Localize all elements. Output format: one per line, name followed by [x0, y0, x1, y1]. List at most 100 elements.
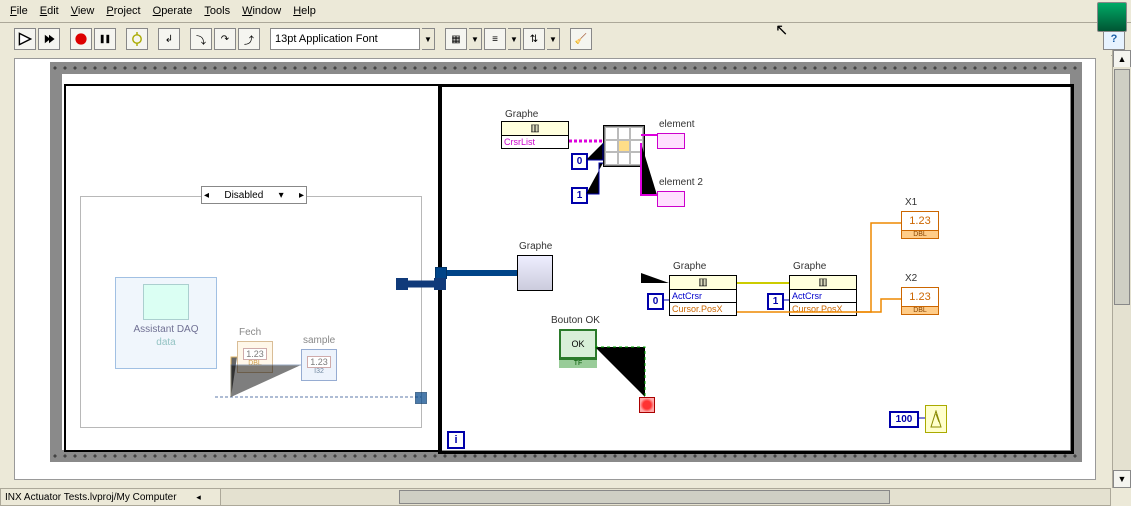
const-100[interactable]: 100	[889, 411, 919, 428]
x1-indicator[interactable]: 1.23 DBL	[901, 211, 939, 239]
align-dd[interactable]: ▼	[469, 28, 482, 50]
element2-terminal[interactable]	[657, 191, 685, 207]
vertical-scrollbar[interactable]: ▲ ▼	[1112, 50, 1131, 488]
font-label: 13pt Application Font	[275, 33, 378, 45]
pause-button[interactable]	[94, 28, 116, 50]
menu-project[interactable]: Project	[100, 4, 146, 18]
index-array-node[interactable]	[603, 125, 645, 167]
cursorprop1-posx[interactable]: Cursor.PosX	[670, 303, 736, 315]
fech-label: Fech	[239, 327, 261, 338]
daq-title: Assistant DAQ	[133, 324, 198, 335]
loop-iteration-terminal[interactable]: i	[447, 431, 465, 449]
daq-sub: data	[156, 337, 175, 348]
fech-indicator[interactable]: 1.23 DBL	[237, 341, 273, 373]
x2-indicator[interactable]: 1.23 DBL	[901, 287, 939, 315]
app-root: FFileile Edit View Project Operate Tools…	[0, 0, 1131, 506]
abort-button[interactable]	[70, 28, 92, 50]
step-out-button[interactable]: ⤴	[238, 28, 260, 50]
align-button[interactable]: ▦	[445, 28, 467, 50]
menu-operate[interactable]: Operate	[147, 4, 199, 18]
x1-label: X1	[905, 197, 917, 208]
graphe-property-crsrlist[interactable]: ▥ CrsrList	[501, 121, 569, 149]
cursorprop2-title: Graphe	[793, 261, 826, 272]
font-selector[interactable]: 13pt Application Font	[270, 28, 420, 50]
run-button[interactable]	[14, 28, 36, 50]
sample-indicator[interactable]: 1.23 I32	[301, 349, 337, 381]
wait-ms-node[interactable]	[925, 405, 947, 433]
element-label: element	[659, 119, 695, 130]
const-0a[interactable]: 0	[571, 153, 588, 170]
highlight-exec-button[interactable]	[126, 28, 148, 50]
ok-tf-tag: TF	[559, 359, 597, 368]
run-continuous-button[interactable]	[38, 28, 60, 50]
ok-button-face: OK	[559, 329, 597, 359]
vscroll-thumb[interactable]	[1114, 69, 1130, 305]
project-path-text: INX Actuator Tests.lvproj/My Computer	[5, 492, 177, 503]
case-label: Disabled	[224, 190, 263, 201]
x2-value: 1.23	[902, 288, 938, 307]
loop-stop-terminal[interactable]	[639, 397, 655, 413]
cursorprop2-posx[interactable]: Cursor.PosX	[790, 303, 856, 315]
case-next-icon[interactable]: ▸	[299, 190, 304, 201]
x1-dbl-tag: DBL	[902, 231, 938, 238]
cursorprop2-actcrsr[interactable]: ActCrsr	[790, 290, 856, 303]
reorder-button[interactable]: ⇅	[523, 28, 545, 50]
cursor-prop-node-1[interactable]: ▥ ActCrsr Cursor.PosX	[669, 275, 737, 316]
cursorprop2-head-icon: ▥	[790, 276, 856, 290]
menu-help[interactable]: Help	[287, 4, 322, 18]
menu-file[interactable]: FFileile	[4, 4, 34, 18]
sample-label: sample	[303, 335, 335, 346]
case-dropdown-icon[interactable]: ▾	[279, 190, 284, 201]
cursorprop1-actcrsr[interactable]: ActCrsr	[670, 290, 736, 303]
menu-window[interactable]: Window	[236, 4, 287, 18]
retain-wire-button[interactable]: ↲	[158, 28, 180, 50]
mouse-cursor-icon: ↖	[775, 20, 788, 40]
cursor-prop-node-2[interactable]: ▥ ActCrsr Cursor.PosX	[789, 275, 857, 316]
crsrlist-row[interactable]: CrsrList	[502, 136, 568, 148]
reorder-dd[interactable]: ▼	[547, 28, 560, 50]
menu-edit[interactable]: Edit	[34, 4, 65, 18]
graphe-term-label: Graphe	[519, 241, 552, 252]
loop-input-tunnel[interactable]	[435, 267, 447, 279]
cleanup-button[interactable]: 🧹	[570, 28, 592, 50]
vscroll-track[interactable]	[1113, 67, 1131, 471]
scroll-down-icon[interactable]: ▼	[1113, 470, 1131, 488]
tunnel-out[interactable]	[415, 392, 427, 404]
case-prev-icon[interactable]: ◂	[204, 190, 209, 201]
distribute-button[interactable]: ≡	[484, 28, 506, 50]
const-0b[interactable]: 0	[647, 293, 664, 310]
element2-label: element 2	[659, 177, 703, 188]
case-selector[interactable]: ◂ Disabled ▾ ▸	[201, 186, 307, 204]
fech-value: 1.23	[243, 348, 267, 360]
bouton-label: Bouton OK	[551, 315, 600, 326]
const-1b[interactable]: 1	[767, 293, 784, 310]
project-path-bar[interactable]: INX Actuator Tests.lvproj/My Computer ◂ …	[0, 488, 230, 506]
x2-label: X2	[905, 273, 917, 284]
path-nav-left-icon[interactable]: ◂	[196, 492, 201, 503]
daq-assistant-node[interactable]: Assistant DAQ data	[115, 277, 217, 369]
graphe-indicator-terminal[interactable]	[517, 255, 553, 291]
bouton-ok-terminal[interactable]: OK TF	[559, 329, 597, 368]
scroll-up-icon[interactable]: ▲	[1113, 50, 1131, 68]
font-dropdown-icon[interactable]: ▼	[422, 28, 435, 50]
const-1a[interactable]: 1	[571, 187, 588, 204]
menu-tools[interactable]: Tools	[198, 4, 236, 18]
menu-view[interactable]: View	[65, 4, 101, 18]
step-over-button[interactable]: ↷	[214, 28, 236, 50]
vi-icon[interactable]	[1097, 2, 1127, 32]
diagram-disable-structure[interactable]: ◂ Disabled ▾ ▸ Assistant DAQ data Fech 1…	[80, 196, 422, 428]
horizontal-scrollbar[interactable]	[220, 488, 1111, 506]
graphe1-title: Graphe	[505, 109, 538, 120]
block-diagram-canvas[interactable]: ◂ Disabled ▾ ▸ Assistant DAQ data Fech 1…	[0, 50, 1111, 488]
sample-value: 1.23	[307, 356, 331, 368]
i32-tag: I32	[314, 368, 324, 375]
cursorprop1-title: Graphe	[673, 261, 706, 272]
sequence-frame-0[interactable]: ◂ Disabled ▾ ▸ Assistant DAQ data Fech 1…	[64, 84, 442, 452]
prop-head-icon: ▥	[502, 122, 568, 136]
distribute-dd[interactable]: ▼	[508, 28, 521, 50]
element-terminal[interactable]	[657, 133, 685, 149]
step-into-button[interactable]: ⤵	[190, 28, 212, 50]
x1-value: 1.23	[902, 212, 938, 231]
hscroll-thumb[interactable]	[399, 490, 890, 504]
while-loop[interactable]: Graphe ▥ CrsrList 0 1 element element 2 …	[438, 84, 1074, 454]
